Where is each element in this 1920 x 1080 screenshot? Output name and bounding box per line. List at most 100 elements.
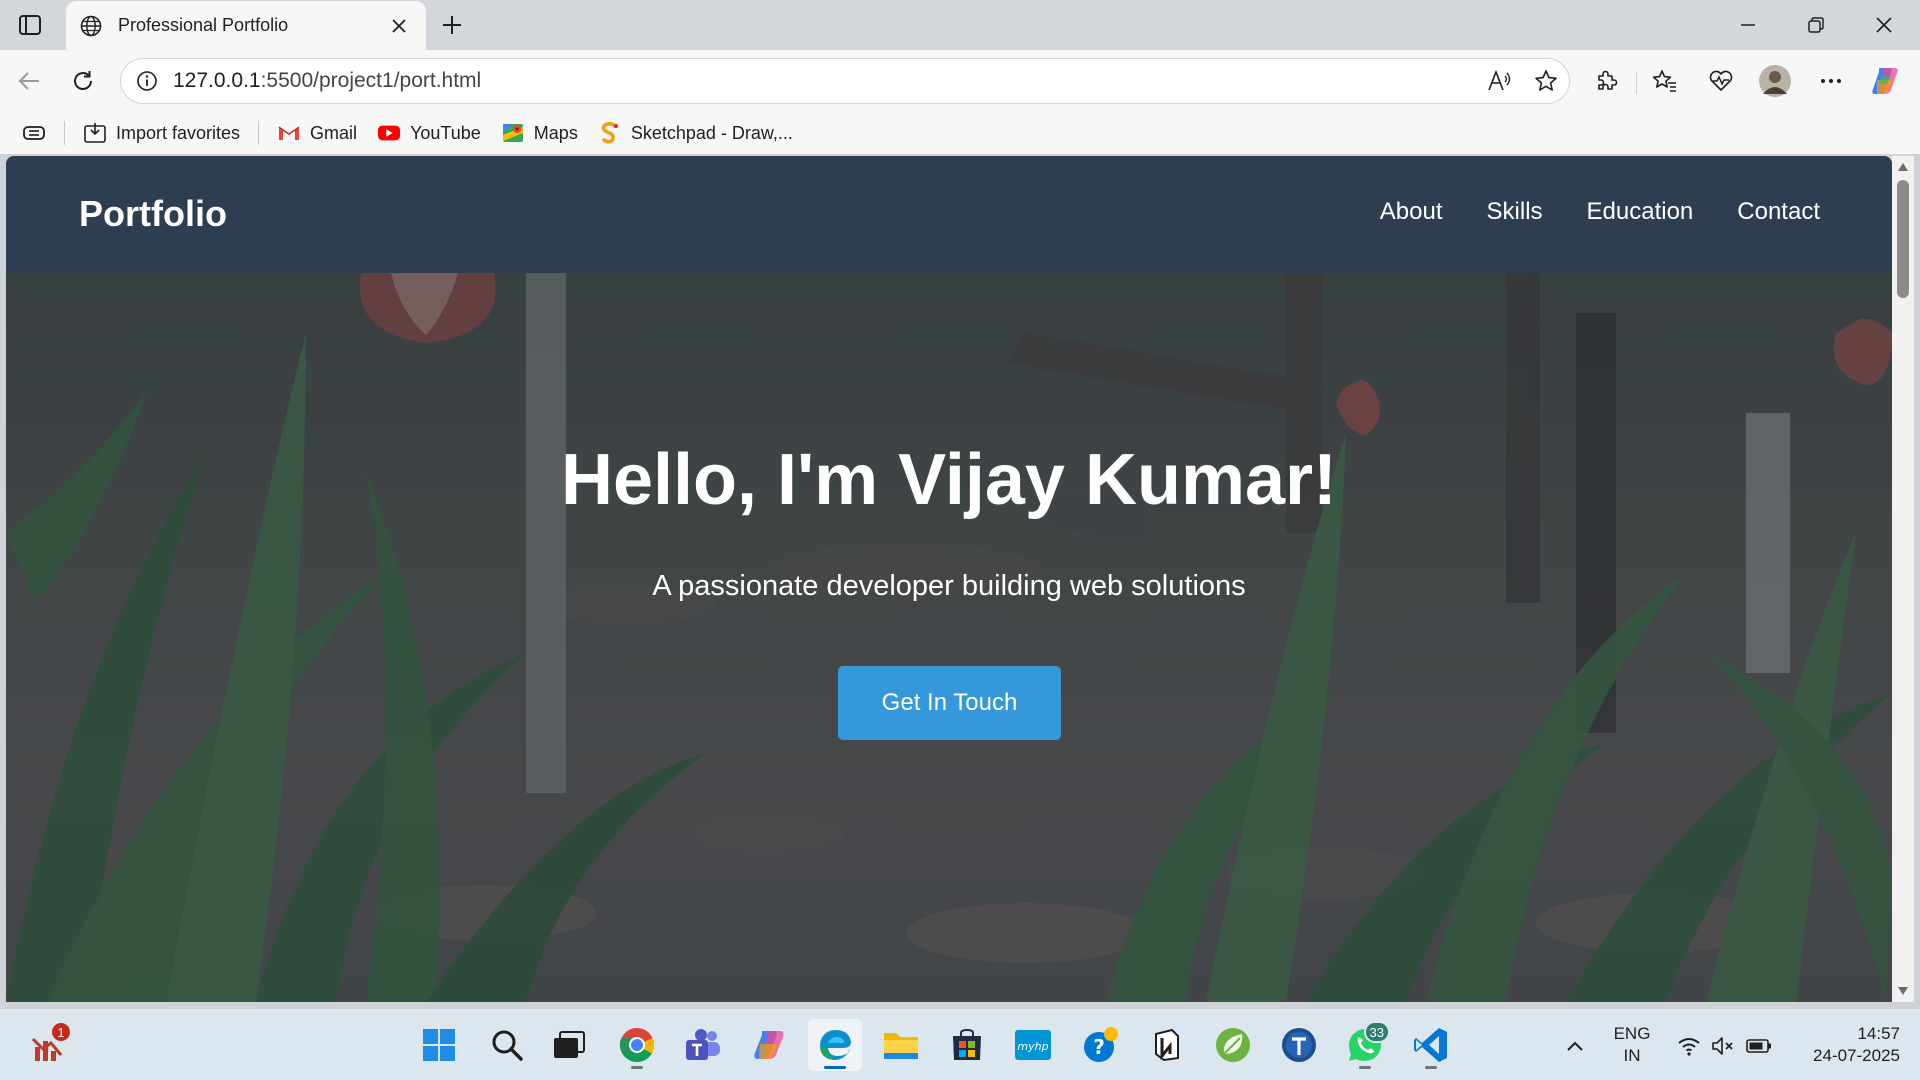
show-hidden-icons-button[interactable] [1562,1033,1588,1059]
scroll-down-icon[interactable] [1896,984,1910,998]
bookmark-label: Maps [533,122,578,143]
teams-app[interactable] [676,1019,730,1071]
start-button[interactable] [412,1019,466,1071]
tab-actions-button[interactable] [14,10,46,40]
address-bar[interactable]: 127.0.0.1:5500/project1/port.html [120,58,1570,104]
bookmark-label: Sketchpad - Draw,... [630,122,793,143]
wifi-icon[interactable] [1676,1033,1702,1059]
favorites-button[interactable] [1646,62,1684,100]
site-navbar: Portfolio About Skills Education Contact [6,156,1892,273]
battery-icon[interactable] [1746,1033,1772,1059]
sketchpad-icon [598,121,622,145]
clock[interactable]: 14:57 24-07-2025 [1790,1023,1900,1067]
new-tab-button[interactable] [436,10,468,40]
url-text[interactable]: 127.0.0.1:5500/project1/port.html [173,69,1477,93]
spring-leaf-icon [1216,1028,1250,1062]
language-indicator[interactable]: ENG IN [1606,1023,1658,1067]
bookmarks-bar: Import favorites Gmail YouTube Maps Sket… [0,112,1920,154]
url-host: 127.0.0.1 [173,69,261,92]
tab-actions-icon [19,15,41,35]
refresh-button[interactable] [64,62,102,100]
avatar [1759,65,1791,97]
language-code: ENG [1613,1024,1651,1043]
favorite-star-button[interactable] [1523,59,1569,103]
more-menu-button[interactable] [1812,62,1850,100]
site-info-icon[interactable] [121,59,173,103]
browser-essentials-button[interactable] [1702,62,1740,100]
hero-subheading: A passionate developer building web solu… [652,570,1246,602]
whatsapp-badge: 33 [1363,1021,1390,1043]
read-aloud-button[interactable] [1477,59,1523,103]
notion-app[interactable] [1140,1019,1194,1071]
maps-icon [501,121,525,145]
hero-section: Hello, I'm Vijay Kumar! A passionate dev… [6,273,1892,1002]
volume-muted-icon[interactable] [1710,1033,1736,1059]
bookmark-youtube[interactable]: YouTube [367,116,491,150]
copilot-icon [754,1031,784,1059]
minimize-icon [1741,24,1755,26]
browser-titlebar: Professional Portfolio [0,0,1920,50]
task-view-button[interactable] [542,1019,596,1071]
myhp-app[interactable]: myhp [1006,1019,1060,1071]
chrome-icon [619,1028,655,1062]
whatsapp-app[interactable]: 33 [1338,1019,1392,1071]
more-icon [1821,79,1841,83]
vscode-icon [1414,1028,1447,1062]
store-icon [953,1028,981,1060]
file-explorer-app[interactable] [874,1019,928,1071]
profile-button[interactable] [1756,62,1794,100]
windows-start-icon [423,1029,455,1061]
puzzle-icon [1598,70,1618,90]
scrollbar-thumb[interactable] [1897,180,1909,298]
running-indicator [1359,1066,1371,1069]
heart-pulse-icon [1709,70,1733,91]
vscode-app[interactable] [1404,1019,1458,1071]
chrome-app[interactable] [610,1019,664,1071]
spring-tools-app[interactable] [1206,1019,1260,1071]
myhp-icon: myhp [1015,1030,1051,1060]
search-button[interactable] [480,1019,534,1071]
minimize-button[interactable] [1714,0,1782,50]
browser-tab-active[interactable]: Professional Portfolio [66,1,426,50]
favorites-icon [1652,70,1676,92]
back-button[interactable] [10,62,48,100]
back-arrow-icon [18,72,39,90]
t-circle-icon [1282,1028,1316,1062]
nav-link-skills[interactable]: Skills [1487,198,1543,226]
bookmark-sketchpad[interactable]: Sketchpad - Draw,... [588,116,803,150]
running-indicator [824,1066,846,1069]
close-window-button[interactable] [1850,0,1918,50]
bookmark-maps[interactable]: Maps [491,116,588,150]
microsoft-store-app[interactable] [940,1019,994,1071]
copilot-button[interactable] [1866,62,1904,100]
todo-app[interactable] [1272,1019,1326,1071]
get-help-app[interactable]: ? [1074,1019,1128,1071]
site-brand[interactable]: Portfolio [79,193,227,235]
nav-link-education[interactable]: Education [1587,198,1694,226]
bookmark-gmail[interactable]: Gmail [267,116,367,150]
bookmarks-divider [64,121,65,145]
nav-link-contact[interactable]: Contact [1737,198,1820,226]
page-scrollbar[interactable] [1892,156,1914,1002]
tab-close-button[interactable] [384,11,414,41]
scroll-up-icon[interactable] [1896,160,1910,174]
svg-text:?: ? [1093,1035,1105,1059]
toolbar-divider [1636,72,1637,94]
youtube-icon [377,121,401,145]
bookmark-import-favorites[interactable]: Import favorites [73,116,250,150]
running-indicator [631,1066,643,1069]
copilot-app[interactable] [742,1019,796,1071]
refresh-icon [74,71,92,90]
restore-button[interactable] [1782,0,1850,50]
extensions-button[interactable] [1588,62,1626,100]
get-in-touch-button[interactable]: Get In Touch [838,666,1061,740]
plus-icon [443,16,461,34]
nav-link-about[interactable]: About [1380,198,1443,226]
edge-app[interactable] [808,1019,862,1071]
bookmark-label: Import favorites [116,122,241,143]
import-icon [83,121,107,145]
clock-time: 14:57 [1857,1024,1900,1043]
running-indicator [1425,1066,1437,1069]
collections-button[interactable] [0,116,56,150]
widgets-button[interactable]: 1 [20,1019,74,1071]
